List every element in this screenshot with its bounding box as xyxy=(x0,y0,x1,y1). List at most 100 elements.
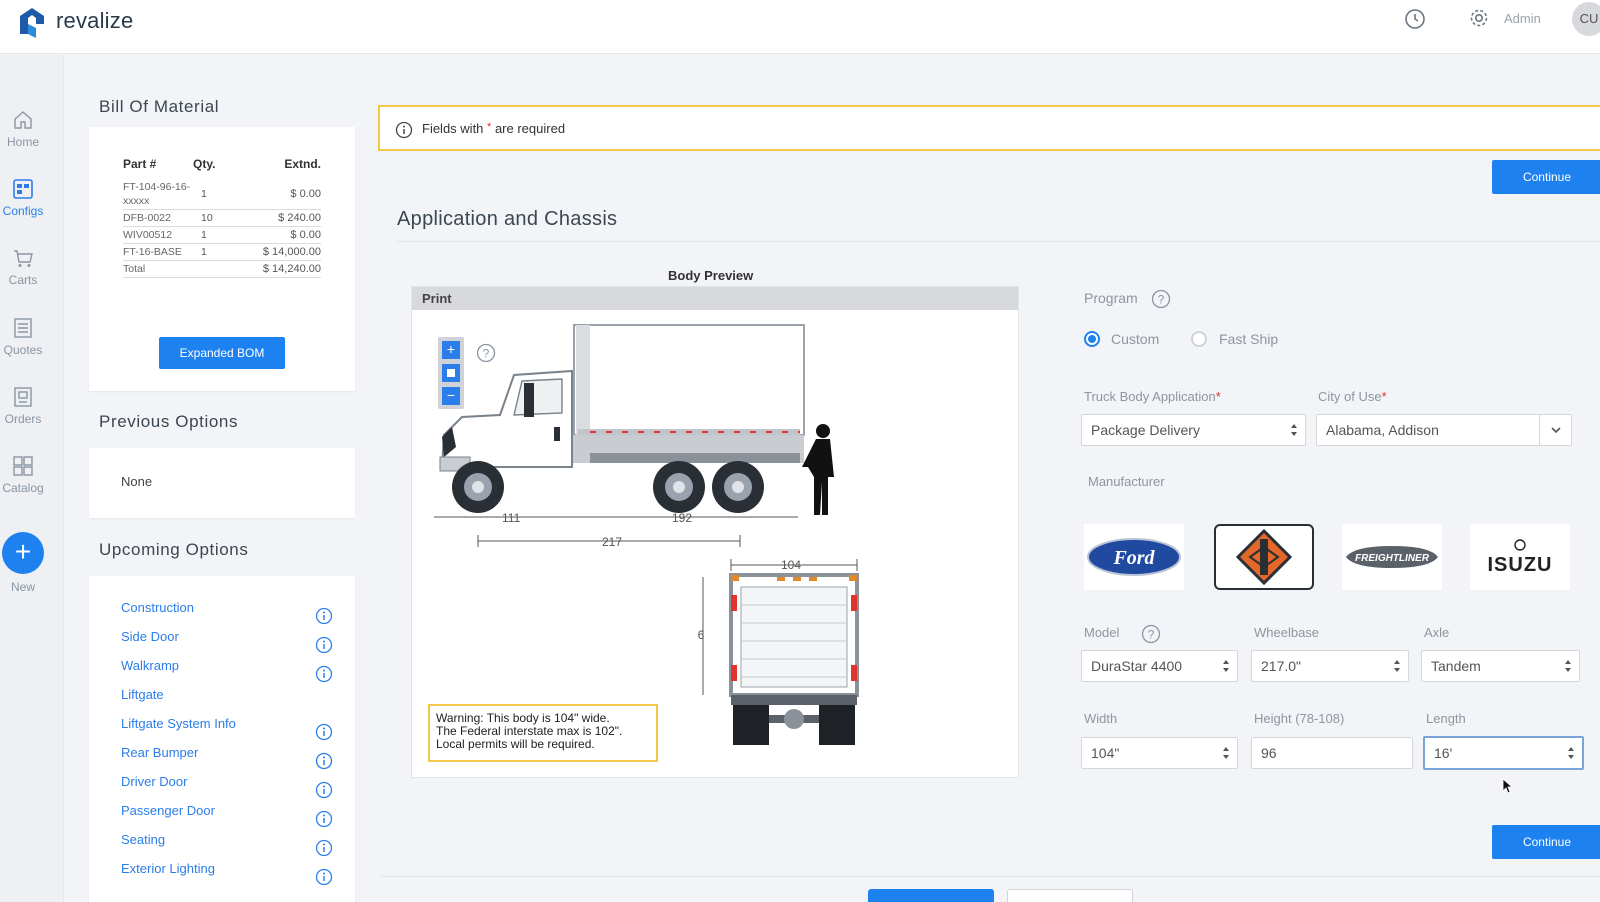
plus-icon: + xyxy=(2,532,44,574)
nav-carts[interactable]: Carts xyxy=(0,247,46,287)
bom-qty: 10 xyxy=(193,209,237,227)
option-seating[interactable]: Seating xyxy=(121,832,165,847)
info-icon[interactable] xyxy=(315,839,333,857)
bottom-primary-button[interactable] xyxy=(868,889,994,902)
bom-table: Part # Qty. Extnd. FT-104-96-16-xxxxx 1 … xyxy=(123,157,321,278)
option-liftgate[interactable]: Liftgate xyxy=(121,687,164,702)
truck-body-label: Truck Body Application* xyxy=(1084,389,1221,404)
info-icon[interactable] xyxy=(315,665,333,683)
nav-quotes[interactable]: Quotes xyxy=(0,317,46,357)
ford-logo-icon: Ford xyxy=(1087,538,1181,576)
user-avatar[interactable]: CU xyxy=(1572,2,1600,36)
length-select[interactable]: 16' xyxy=(1423,736,1584,770)
option-side-door[interactable]: Side Door xyxy=(121,629,179,644)
program-help-icon[interactable]: ? xyxy=(1151,289,1171,309)
model-select[interactable]: DuraStar 4400 xyxy=(1081,650,1238,682)
continue-button-bottom[interactable]: Continue xyxy=(1492,825,1600,859)
program-custom-radio[interactable] xyxy=(1084,331,1100,347)
truck-body-value: Package Delivery xyxy=(1091,422,1200,438)
length-label: Length xyxy=(1426,711,1466,726)
info-icon[interactable] xyxy=(315,810,333,828)
home-icon xyxy=(14,111,32,129)
height-value: 96 xyxy=(1261,745,1277,761)
mouse-cursor-icon xyxy=(1502,778,1512,794)
wheelbase-label: Wheelbase xyxy=(1254,625,1320,640)
expanded-bom-button[interactable]: Expanded BOM xyxy=(159,337,285,369)
bom-qty: 1 xyxy=(193,179,237,210)
upcoming-options-card: Construction Side Door Walkramp Liftgate… xyxy=(89,576,355,902)
international-logo-icon xyxy=(1236,529,1292,585)
print-button[interactable]: Print xyxy=(412,287,1018,310)
dim-wheelbase: 217 xyxy=(602,535,622,549)
info-icon[interactable] xyxy=(315,723,333,741)
nav-orders[interactable]: Orders xyxy=(0,386,46,426)
height-input[interactable]: 96 xyxy=(1251,737,1413,769)
top-bar: revalize Admin CU xyxy=(0,0,1600,54)
settings-gear-icon[interactable] xyxy=(1468,7,1490,29)
continue-button-top[interactable]: Continue xyxy=(1492,160,1600,194)
axle-select[interactable]: Tandem xyxy=(1421,650,1580,682)
truck-rear-view: 104 96 xyxy=(697,558,859,745)
length-value: 16' xyxy=(1434,745,1453,761)
nav-catalog[interactable]: Catalog xyxy=(0,455,46,495)
info-icon[interactable] xyxy=(315,752,333,770)
bom-col-part: Part # xyxy=(123,157,157,171)
option-exterior-lighting[interactable]: Exterior Lighting xyxy=(121,861,215,876)
bom-part: FT-104-96-16-xxxxx xyxy=(123,179,193,210)
program-custom-label[interactable]: Custom xyxy=(1111,331,1159,347)
admin-label[interactable]: Admin xyxy=(1504,11,1541,26)
manufacturer-freightliner[interactable]: FREIGHTLINER xyxy=(1342,524,1442,590)
option-liftgate-system-info[interactable]: Liftgate System Info xyxy=(121,716,236,731)
bom-card: Part # Qty. Extnd. FT-104-96-16-xxxxx 1 … xyxy=(89,127,355,391)
select-arrows-icon xyxy=(1565,660,1571,672)
freightliner-logo-icon: FREIGHTLINER xyxy=(1346,546,1438,568)
bom-part: WIV00512 xyxy=(123,226,193,244)
program-fast-ship-radio[interactable] xyxy=(1191,331,1207,347)
page-title: Application and Chassis xyxy=(397,208,618,230)
city-dropdown-toggle[interactable] xyxy=(1539,415,1571,445)
truck-body-select[interactable]: Package Delivery xyxy=(1081,414,1306,446)
bom-total-spacer xyxy=(193,260,237,278)
manufacturer-ford[interactable]: Ford xyxy=(1084,524,1184,590)
table-row: WIV00512 1 $ 0.00 xyxy=(123,226,321,244)
option-passenger-door[interactable]: Passenger Door xyxy=(121,803,215,818)
manufacturer-label: Manufacturer xyxy=(1088,474,1165,489)
option-walkramp[interactable]: Walkramp xyxy=(121,658,179,673)
table-row: DFB-0022 10 $ 240.00 xyxy=(123,209,321,227)
previous-options-card: None xyxy=(89,448,355,518)
catalog-icon xyxy=(13,456,33,476)
model-help-icon[interactable]: ? xyxy=(1141,624,1161,644)
table-row: FT-16-BASE 1 $ 14,000.00 xyxy=(123,243,321,261)
info-icon[interactable] xyxy=(315,781,333,799)
city-of-use-label-text: City of Use xyxy=(1318,389,1382,404)
nav-home[interactable]: Home xyxy=(0,109,46,149)
nav-new[interactable]: + New xyxy=(1,532,45,594)
city-of-use-select[interactable]: Alabama, Addison xyxy=(1316,414,1572,446)
brand-logo[interactable]: revalize xyxy=(16,4,133,38)
dim-rear: 192 xyxy=(672,511,692,525)
manufacturer-isuzu[interactable]: ISUZU xyxy=(1470,524,1570,590)
axle-label: Axle xyxy=(1424,625,1450,640)
nav-catalog-label: Catalog xyxy=(2,481,44,495)
program-fast-ship-label[interactable]: Fast Ship xyxy=(1219,331,1278,347)
history-clock-icon[interactable] xyxy=(1404,8,1426,30)
info-icon[interactable] xyxy=(315,607,333,625)
nav-new-label: New xyxy=(10,580,35,594)
svg-text:?: ? xyxy=(1158,293,1165,307)
bom-title: Bill Of Material xyxy=(99,97,220,116)
info-icon[interactable] xyxy=(315,868,333,886)
nav-configs[interactable]: Configs xyxy=(0,178,46,218)
chevron-down-icon xyxy=(1551,427,1561,434)
manufacturer-international[interactable] xyxy=(1214,524,1314,590)
nav-configs-label: Configs xyxy=(2,204,44,218)
dim-front: 111 xyxy=(502,511,521,525)
model-value: DuraStar 4400 xyxy=(1091,658,1183,674)
width-warning: Warning: This body is 104" wide. The Fed… xyxy=(428,704,658,762)
option-driver-door[interactable]: Driver Door xyxy=(121,774,187,789)
bottom-secondary-button[interactable] xyxy=(1007,889,1133,902)
wheelbase-select[interactable]: 217.0" xyxy=(1251,650,1409,682)
option-construction[interactable]: Construction xyxy=(121,600,194,615)
option-rear-bumper[interactable]: Rear Bumper xyxy=(121,745,198,760)
info-icon[interactable] xyxy=(315,636,333,654)
width-select[interactable]: 104" xyxy=(1081,737,1238,769)
